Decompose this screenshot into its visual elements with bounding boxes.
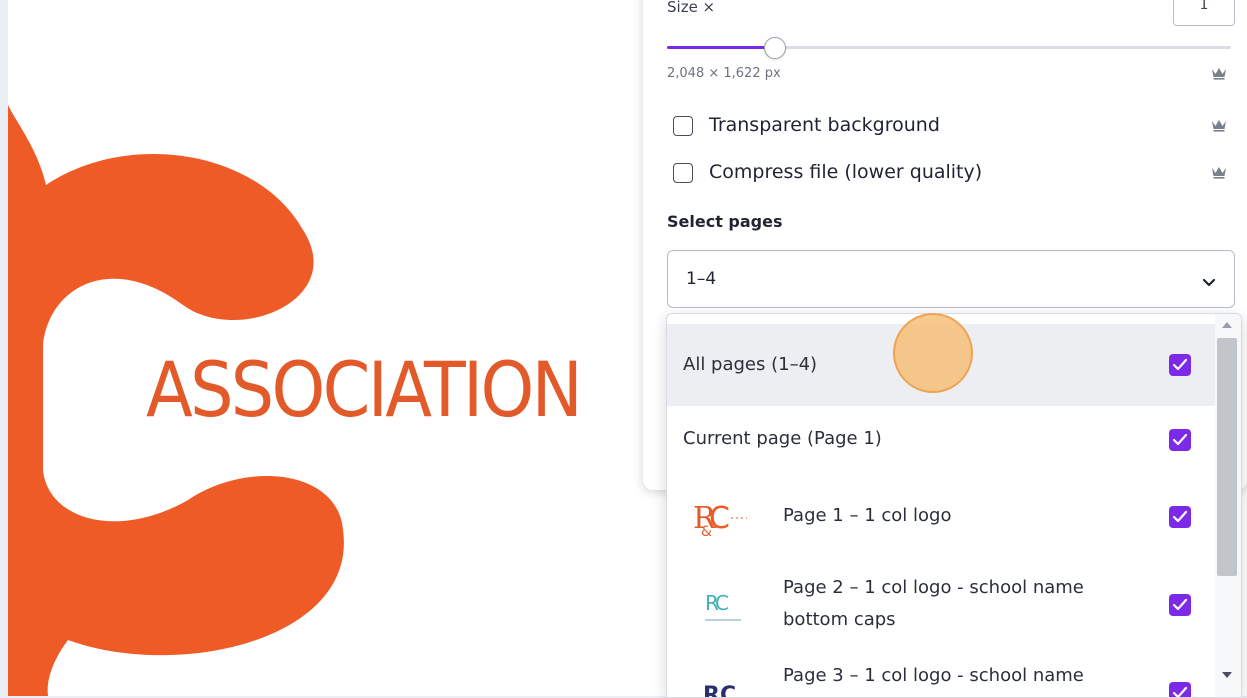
page-3-thumbnail: RC <box>691 664 755 697</box>
option-current-page[interactable]: Current page (Page 1) <box>667 406 1215 474</box>
size-label: Size × <box>667 0 716 16</box>
option-page-1-label: Page 1 – 1 col logo <box>783 505 952 526</box>
svg-text:&: & <box>701 524 712 540</box>
crown-icon <box>1211 118 1227 132</box>
dropdown-scrollbar[interactable] <box>1215 314 1241 697</box>
select-pages-value: 1–4 <box>686 269 717 289</box>
transparent-background-label: Transparent background <box>709 114 940 136</box>
size-slider-thumb[interactable] <box>764 37 787 59</box>
compress-file-label: Compress file (lower quality) <box>709 161 983 183</box>
size-slider[interactable] <box>667 37 1231 59</box>
checkmark-icon <box>1172 598 1188 611</box>
click-indicator <box>893 313 973 393</box>
checkmark-icon <box>1172 358 1188 371</box>
size-input[interactable]: 1 <box>1173 0 1235 26</box>
option-all-pages-checkbox[interactable] <box>1169 354 1191 376</box>
option-current-page-checkbox[interactable] <box>1169 429 1191 451</box>
svg-text:C: C <box>715 591 729 615</box>
select-pages-label: Select pages <box>667 212 783 231</box>
checkmark-icon <box>1172 433 1188 446</box>
checkmark-icon <box>1172 686 1188 697</box>
page-1-thumbnail: R C & <box>691 490 755 540</box>
crown-icon <box>1211 165 1227 179</box>
option-all-pages-label: All pages (1–4) <box>683 354 818 375</box>
option-page-2-checkbox[interactable] <box>1169 594 1191 616</box>
option-page-1-checkbox[interactable] <box>1169 506 1191 528</box>
scroll-down-arrow-icon[interactable] <box>1222 672 1232 678</box>
association-wordmark: ASSOCIATION <box>146 345 583 434</box>
dimensions-text: 2,048 × 1,622 px <box>667 66 781 81</box>
option-current-page-label: Current page (Page 1) <box>683 428 882 449</box>
option-page-2[interactable]: RC Page 2 – 1 col logo - school name bot… <box>667 556 1215 652</box>
chevron-down-icon <box>1202 273 1216 292</box>
compress-file-checkbox[interactable] <box>673 163 693 183</box>
option-page-1[interactable]: R C & Page 1 – 1 col logo <box>667 474 1215 556</box>
option-page-2-label: Page 2 – 1 col logo - school name bottom… <box>783 577 1084 630</box>
select-pages-dropdown[interactable]: 1–4 <box>667 250 1235 308</box>
crown-icon <box>1211 66 1227 80</box>
scroll-up-arrow-icon[interactable] <box>1222 322 1232 328</box>
svg-text:C: C <box>709 501 730 536</box>
transparent-background-checkbox[interactable] <box>673 116 693 136</box>
option-page-3[interactable]: RC Page 3 – 1 col logo - school name <box>667 652 1215 697</box>
checkmark-icon <box>1172 510 1188 523</box>
scrollbar-thumb[interactable] <box>1217 338 1237 576</box>
option-page-3-label: Page 3 – 1 col logo - school name <box>783 665 1084 686</box>
page-2-thumbnail: RC <box>691 578 755 628</box>
size-slider-fill <box>667 46 775 49</box>
size-input-value: 1 <box>1199 0 1209 13</box>
